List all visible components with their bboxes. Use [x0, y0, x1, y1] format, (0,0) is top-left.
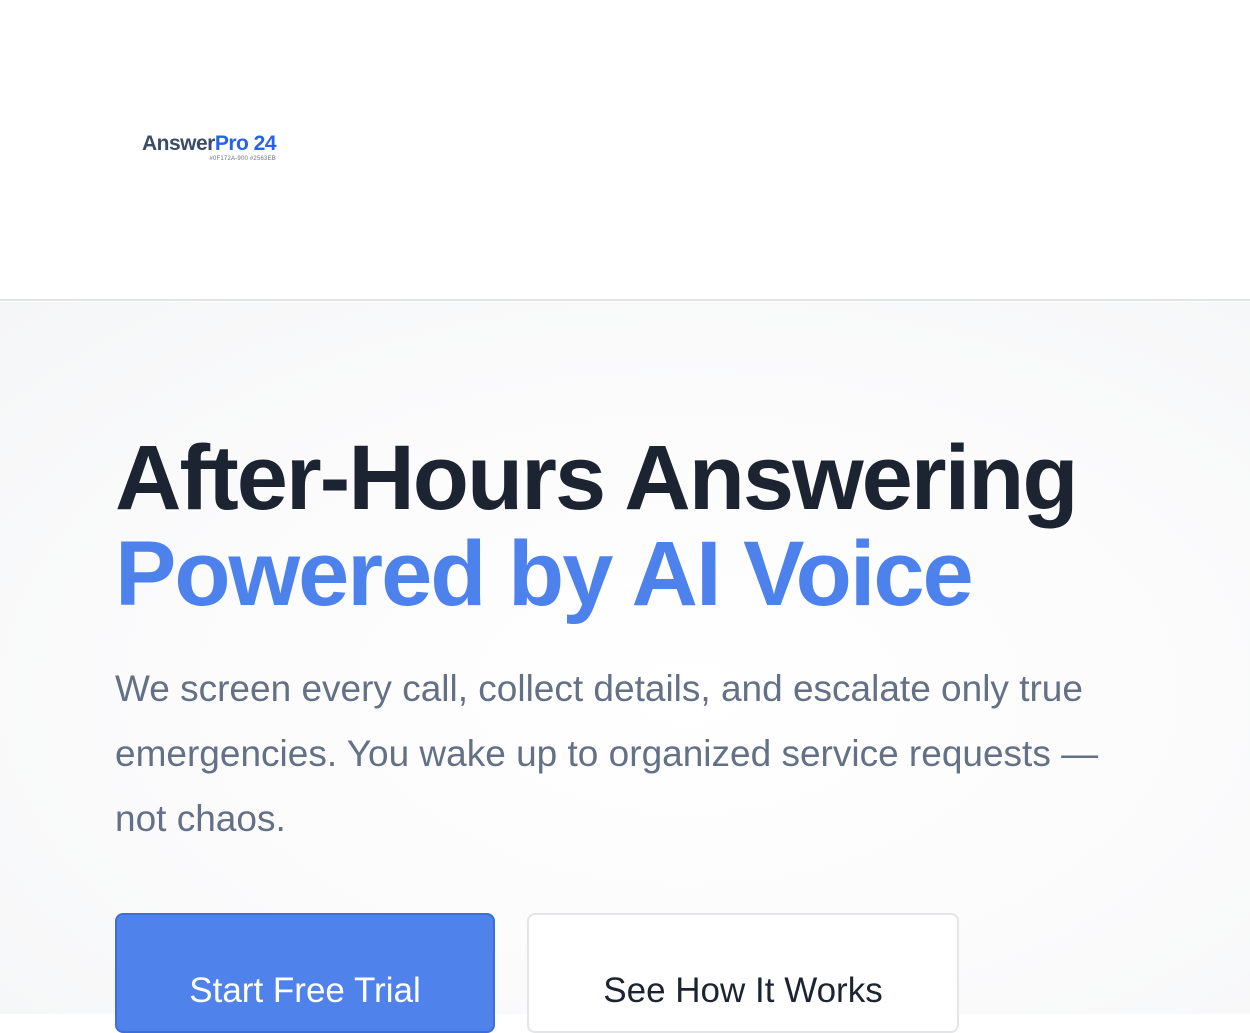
logo-word-pro24: Pro 24: [214, 131, 277, 155]
hero-subtitle: We screen every call, collect details, a…: [115, 668, 1099, 839]
hero-title-line2: Powered by AI Voice: [115, 523, 974, 625]
see-how-it-works-button[interactable]: See How It Works: [527, 913, 959, 1033]
logo-word-answer: Answer: [141, 131, 215, 155]
hero-section: After-Hours Answering Powered by AI Voic…: [0, 302, 1250, 1033]
site-header: AnswerPro 24 #0F172A-900 #2563EB: [0, 0, 1250, 301]
hero-title-line1: After-Hours Answering: [115, 427, 1079, 529]
logo-color-codes: #0F172A-900 #2563EB: [209, 155, 276, 162]
start-free-trial-button[interactable]: Start Free Trial: [115, 913, 495, 1033]
logo[interactable]: AnswerPro 24 #0F172A-900 #2563EB: [124, 32, 294, 268]
hero-title: After-Hours Answering Powered by AI Voic…: [115, 427, 1079, 625]
logo-wordmark: AnswerPro 24: [141, 131, 277, 155]
